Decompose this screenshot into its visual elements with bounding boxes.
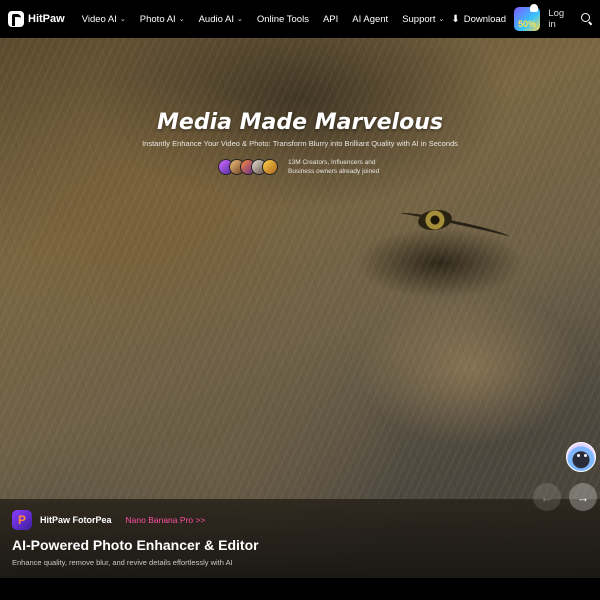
nav-menu: Video AI ⌄ Photo AI ⌄ Audio AI ⌄ Online … [75, 14, 452, 25]
carousel-prev-button[interactable]: ← [533, 483, 561, 511]
nav-item-video-ai[interactable]: Video AI ⌄ [75, 14, 133, 25]
carousel-next-button[interactable]: → [569, 483, 597, 511]
nav-item-label: API [322, 13, 339, 25]
nano-banana-pro-link[interactable]: Nano Banana Pro >> [126, 515, 206, 525]
social-proof: 13M Creators, Influencers and Business o… [218, 158, 388, 176]
nav-item-online-tools[interactable]: Online Tools [250, 14, 316, 25]
nav-item-audio-ai[interactable]: Audio AI ⌄ [192, 14, 250, 25]
product-header: P HitPaw FotorPea Nano Banana Pro >> [12, 510, 205, 530]
hero-subline: Instantly Enhance Your Video & Photo: Tr… [142, 139, 458, 148]
hitpaw-logo-icon [8, 11, 24, 27]
download-button[interactable]: ⬇ Download [451, 14, 506, 25]
avatar-group [218, 159, 278, 175]
chevron-down-icon: ⌄ [438, 16, 445, 23]
brand-name: HitPaw [28, 13, 65, 25]
product-description: Enhance quality, remove blur, and revive… [12, 558, 233, 567]
nav-item-label: AI Agent [352, 13, 389, 25]
chevron-down-icon: ⌄ [178, 16, 185, 23]
nav-item-photo-ai[interactable]: Photo AI ⌄ [133, 14, 192, 25]
hero-headline: Media Made Marvelous [157, 110, 443, 135]
hero-banner: Media Made Marvelous Instantly Enhance Y… [0, 38, 600, 578]
product-name: HitPaw FotorPea [40, 515, 112, 525]
nav-item-label: Video AI [81, 13, 117, 25]
nav-item-ai-agent[interactable]: AI Agent [345, 14, 395, 25]
nav-actions: ⬇ Download 50% Log in [451, 4, 592, 31]
product-panel: P HitPaw FotorPea Nano Banana Pro >> AI-… [0, 499, 600, 578]
chevron-down-icon: ⌄ [236, 16, 243, 23]
social-proof-text: 13M Creators, Influencers and Business o… [288, 159, 380, 175]
nav-item-label: Online Tools [256, 13, 309, 25]
fotorpea-app-icon: P [12, 510, 32, 530]
app-icon-letter: P [17, 513, 26, 527]
avatar [262, 159, 278, 175]
top-navbar: HitPaw Video AI ⌄ Photo AI ⌄ Audio AI ⌄ … [0, 0, 600, 38]
nav-item-label: Support [402, 13, 436, 25]
arrow-right-icon: → [576, 489, 590, 505]
search-icon[interactable] [580, 13, 592, 25]
promo-badge[interactable]: 50% [513, 4, 541, 31]
nav-item-label: Photo AI [139, 13, 176, 25]
product-title: AI-Powered Photo Enhancer & Editor [12, 537, 259, 553]
promo-badge-text: 50% [518, 19, 537, 29]
arrow-left-icon: ← [540, 489, 554, 505]
chevron-down-icon: ⌄ [119, 16, 126, 23]
nav-item-label: Audio AI [198, 13, 234, 25]
nav-item-api[interactable]: API [316, 14, 345, 25]
nav-item-support[interactable]: Support ⌄ [395, 14, 451, 25]
chat-assistant-icon[interactable] [566, 442, 596, 472]
download-label: Download [463, 13, 506, 25]
login-link[interactable]: Log in [548, 8, 572, 30]
download-icon: ⬇ [451, 13, 460, 25]
hitpaw-logo[interactable]: HitPaw [8, 11, 65, 27]
